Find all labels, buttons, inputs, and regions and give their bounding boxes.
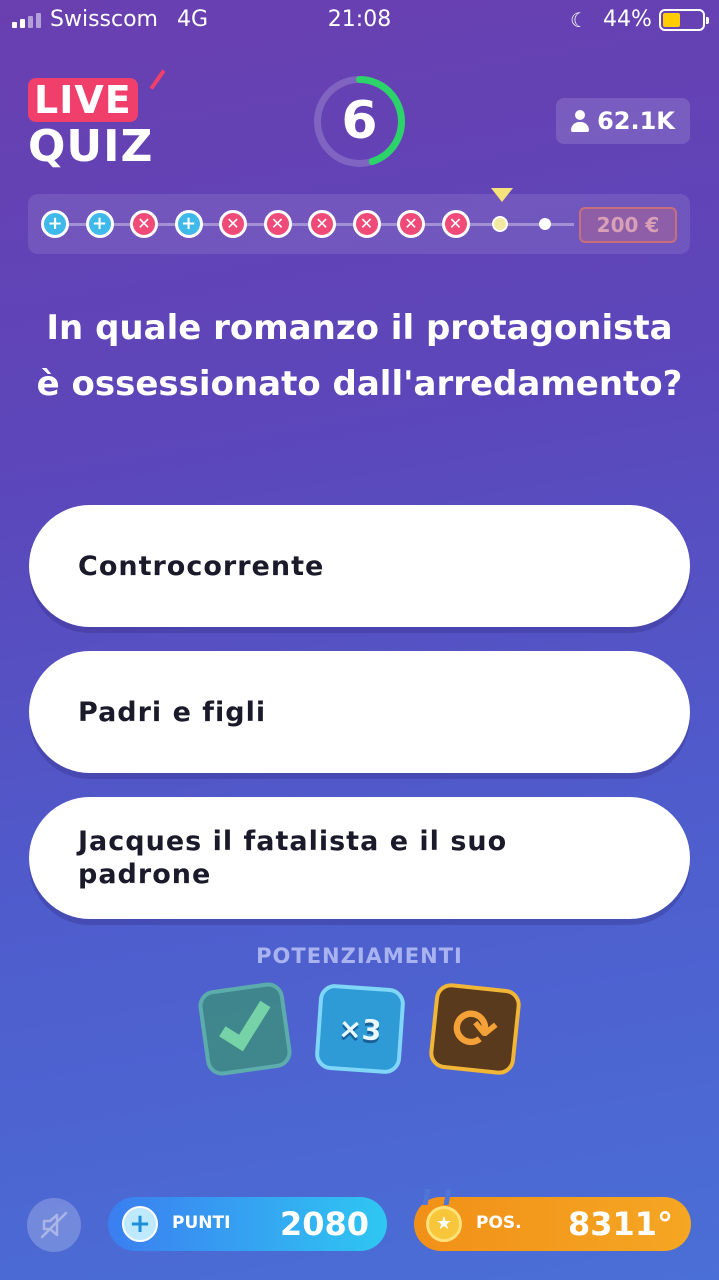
prize-badge: 200 € [579,207,677,243]
swap-powerup-button[interactable]: ⟳ [427,981,523,1077]
timer-seconds: 6 [341,91,378,151]
medal-ribbon-icon [422,1189,452,1205]
plus-three-icon: ×3 [337,1011,383,1047]
powerups-title: POTENZIAMENTI [256,944,463,968]
progress-step-wrong: ✕ [397,210,425,238]
plus-three-powerup-button[interactable]: ×3 [314,983,406,1075]
points-value: 2080 [279,1205,369,1243]
check-icon [219,992,271,1052]
swap-icon: ⟳ [449,995,501,1063]
progress-step-wrong: ✕ [130,210,158,238]
answer-option-2[interactable]: Padri e figli [29,651,690,773]
progress-step-wrong: ✕ [263,210,292,238]
battery-icon [659,9,709,31]
viewer-count: 62.1K [556,98,690,144]
progress-step-wrong: ✕ [219,210,247,238]
logo-live-label: LIVE [28,78,138,122]
position-label: POS. [476,1213,522,1233]
progress-step-extra-life: + [85,210,114,238]
progress-step-extra-life: + [41,210,69,238]
progress-step-extra-life: + [174,210,203,238]
mute-button[interactable] [27,1198,81,1252]
points-pill: + PUNTI 2080 [108,1197,387,1251]
battery-percent: 44% [603,7,652,32]
user-icon [571,110,590,132]
status-bar: Swisscom 4G 21:08 ☾ 44% [0,0,719,40]
progress-step-pending [538,218,551,230]
position-pill: ★ POS. 8311° [414,1189,691,1251]
check-powerup-button[interactable] [196,980,294,1078]
progress-step-wrong: ✕ [352,210,381,238]
logo-quiz-label: QUIZ [28,121,154,172]
countdown-timer: 6 [312,74,407,169]
position-value: 8311° [567,1205,673,1243]
viewer-count-value: 62.1K [597,107,675,135]
medal-icon: ★ [426,1206,462,1242]
progress-step-current [494,218,506,230]
answer-option-1[interactable]: Controcorrente [29,505,690,627]
points-label: PUNTI [172,1213,231,1233]
mute-icon [40,1211,68,1239]
plus-badge-icon: + [122,1206,158,1242]
question-text: In quale romanzo il protagonista è osses… [36,308,683,404]
progress-step-wrong: ✕ [441,210,470,238]
live-quiz-logo: LIVE QUIZ [28,60,166,172]
moon-icon: ☾ [570,8,588,32]
progress-step-wrong: ✕ [308,210,336,238]
question-progress: + + ✕ + ✕ ✕ ✕ ✕ ✕ ✕ 200 € [28,188,690,254]
current-question-marker [491,188,513,202]
answer-option-3[interactable]: Jacques il fatalista e il suo padrone [29,797,690,919]
logo-check-icon [136,60,166,90]
